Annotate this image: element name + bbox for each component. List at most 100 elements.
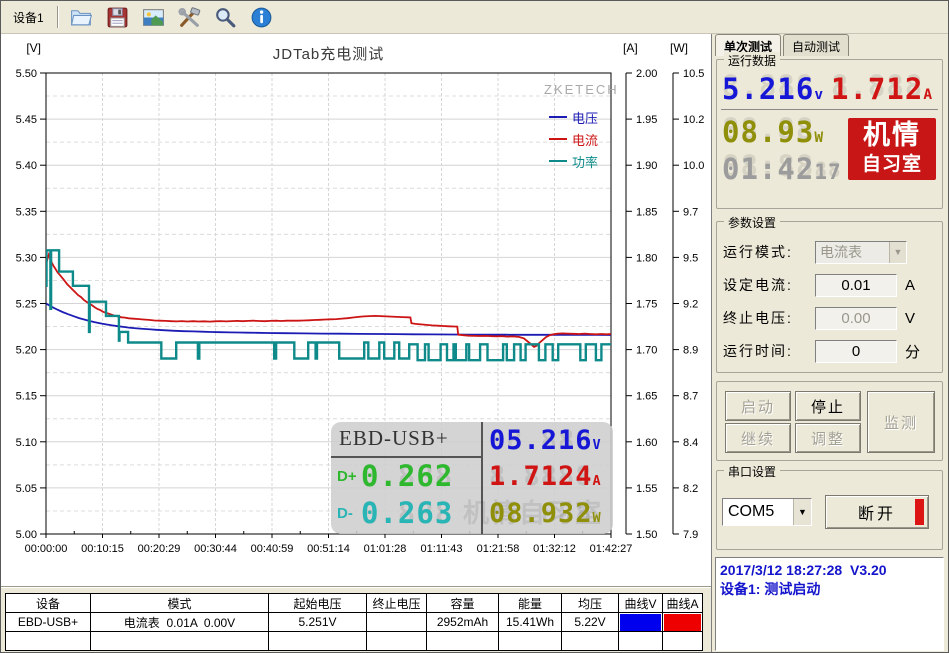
- set-current-label: 设定电流:: [723, 277, 793, 293]
- run-time-input[interactable]: 0: [815, 339, 897, 363]
- col-energy: 能量: [498, 593, 562, 613]
- svg-text:1.60: 1.60: [636, 437, 657, 449]
- zoom-icon[interactable]: [212, 4, 239, 31]
- chart-panel: JDTab充电测试 [V] [A] [W] 00:00:00 00:10:15 00…: [1, 34, 711, 586]
- disconnect-button[interactable]: 断开: [825, 495, 929, 529]
- cell-start-voltage: 5.251V: [268, 612, 367, 632]
- svg-text:1.80: 1.80: [636, 252, 657, 264]
- export-image-icon[interactable]: [140, 4, 167, 31]
- legend-item-voltage: 电压: [549, 106, 598, 128]
- start-button[interactable]: 启动: [725, 391, 791, 421]
- run-time-label: 运行时间:: [723, 343, 793, 359]
- log-line-1: 2017/3/12 18:27:28 V3.20: [720, 562, 887, 578]
- results-table: 设备 模式 起始电压 终止电压 容量 能量 均压 曲线V 曲线A EBD-USB…: [5, 593, 703, 651]
- svg-text:1.55: 1.55: [636, 483, 657, 495]
- cell-curve-v-swatch[interactable]: [618, 612, 663, 632]
- live-power: 88.88 08.93W: [722, 112, 825, 149]
- save-icon[interactable]: [104, 4, 131, 31]
- svg-text:8.4: 8.4: [683, 437, 698, 449]
- set-current-input[interactable]: 0.01: [815, 273, 897, 297]
- monitor-button[interactable]: 监测: [867, 391, 935, 453]
- cutoff-voltage-input[interactable]: 0.00: [815, 306, 897, 330]
- svg-text:00:51:14: 00:51:14: [307, 543, 350, 555]
- cell-energy: 15.41Wh: [498, 612, 562, 632]
- overlay-device-name: EBD-USB+: [331, 422, 481, 458]
- svg-text:01:32:12: 01:32:12: [533, 543, 576, 555]
- chart-title: JDTab充电测试: [272, 46, 385, 63]
- svg-text:01:42:27: 01:42:27: [590, 543, 633, 555]
- curve-a-color-swatch[interactable]: [664, 613, 701, 631]
- table-row: EBD-USB+ 电流表 0.01A 0.00V 5.251V 2952mAh …: [5, 612, 703, 632]
- svg-text:5.30: 5.30: [16, 252, 37, 264]
- device-tab[interactable]: 设备1: [9, 7, 48, 28]
- axis-unit-power: [W]: [670, 41, 688, 55]
- run-data-group: 运行数据 8.888 5.216v 8.888 1.712A 88.88 08.93W…: [716, 52, 943, 209]
- adjust-button[interactable]: 调整: [795, 423, 861, 453]
- dplus-label: D+: [337, 468, 357, 485]
- toolbar-separator: [56, 6, 59, 28]
- svg-text:00:30:44: 00:30:44: [194, 543, 237, 555]
- svg-text:1.95: 1.95: [636, 114, 657, 126]
- dplus-value: 8.888 0.262: [361, 459, 454, 493]
- overlay-current: 8.8888 1.7124A: [489, 461, 602, 492]
- col-curve-a: 曲线A: [662, 593, 703, 613]
- log-line-2: 设备1: 测试启动: [720, 580, 821, 597]
- settings-tools-icon[interactable]: [176, 4, 203, 31]
- serial-group: 串口设置 COM5 ▼ 断开: [716, 463, 943, 550]
- action-buttons-group: 启动 停止 继续 调整 监测: [716, 381, 943, 461]
- legend-line-icon: [549, 116, 567, 118]
- axis-unit-voltage: [V]: [26, 41, 41, 55]
- svg-text:10.2: 10.2: [683, 114, 704, 126]
- svg-text:10.0: 10.0: [683, 160, 704, 172]
- chevron-down-icon: ▼: [889, 241, 906, 263]
- dminus-label: D-: [337, 505, 353, 522]
- toolbar: 设备1: [1, 1, 948, 34]
- svg-text:2.00: 2.00: [636, 68, 657, 80]
- col-mode: 模式: [90, 593, 269, 613]
- col-device: 设备: [5, 593, 91, 613]
- status-log: 2017/3/12 18:27:28 V3.20 设备1: 测试启动: [715, 557, 944, 651]
- overlay-power: 88.888 08.932W: [489, 498, 602, 529]
- parameter-group-title: 参数设置: [724, 214, 781, 231]
- tab-auto-test[interactable]: 自动测试: [783, 34, 850, 56]
- com-port-select[interactable]: COM5 ▼: [722, 498, 812, 526]
- table-empty-row: [5, 631, 703, 651]
- svg-text:1.75: 1.75: [636, 299, 657, 311]
- svg-text:9.5: 9.5: [683, 252, 698, 264]
- cell-device: EBD-USB+: [5, 612, 91, 632]
- curve-v-color-swatch[interactable]: [620, 613, 661, 631]
- svg-text:5.40: 5.40: [16, 160, 37, 172]
- svg-text:01:01:28: 01:01:28: [364, 543, 407, 555]
- info-icon[interactable]: [248, 4, 275, 31]
- app-window: 设备1 JDTab充电测试 [V] [A] [W] 00:00:00 00:10:…: [0, 0, 949, 653]
- continue-button[interactable]: 继续: [725, 423, 791, 453]
- svg-text:1.50: 1.50: [636, 529, 657, 541]
- cell-capacity: 2952mAh: [426, 612, 499, 632]
- svg-text:00:00:00: 00:00:00: [25, 543, 68, 555]
- legend-line-icon: [549, 160, 567, 162]
- svg-text:00:40:59: 00:40:59: [251, 543, 294, 555]
- live-voltage: 8.888 5.216v: [722, 69, 825, 106]
- svg-text:5.00: 5.00: [16, 529, 37, 541]
- svg-text:00:20:29: 00:20:29: [138, 543, 181, 555]
- brand-badge: 机情 自习室: [848, 118, 936, 180]
- serial-group-title: 串口设置: [724, 463, 781, 480]
- overlay-voltage: 88.888 05.216V: [489, 424, 602, 456]
- cell-mode: 电流表 0.01A 0.00V: [90, 612, 269, 632]
- run-mode-select[interactable]: 电流表 ▼: [815, 240, 907, 264]
- cell-curve-a-swatch[interactable]: [662, 612, 703, 632]
- svg-text:8.9: 8.9: [683, 345, 698, 357]
- svg-text:7.9: 7.9: [683, 529, 698, 541]
- stop-button[interactable]: 停止: [795, 391, 861, 421]
- run-time-unit: 分: [905, 343, 921, 361]
- cutoff-voltage-unit: V: [905, 309, 916, 327]
- svg-text:01:11:43: 01:11:43: [420, 543, 462, 555]
- legend-item-power: 功率: [549, 150, 598, 172]
- svg-text:1.90: 1.90: [636, 160, 657, 172]
- open-file-icon[interactable]: [68, 4, 95, 31]
- svg-text:1.70: 1.70: [636, 345, 657, 357]
- parameter-group: 参数设置 运行模式: 电流表 ▼ 设定电流: 0.01 A 终止电压: 0.00: [716, 214, 943, 373]
- cell-avg-voltage: 5.22V: [561, 612, 619, 632]
- control-panel: 单次测试 自动测试 运行数据 8.888 5.216v 8.888 1.712A 8…: [711, 34, 948, 652]
- col-curve-v: 曲线V: [618, 593, 663, 613]
